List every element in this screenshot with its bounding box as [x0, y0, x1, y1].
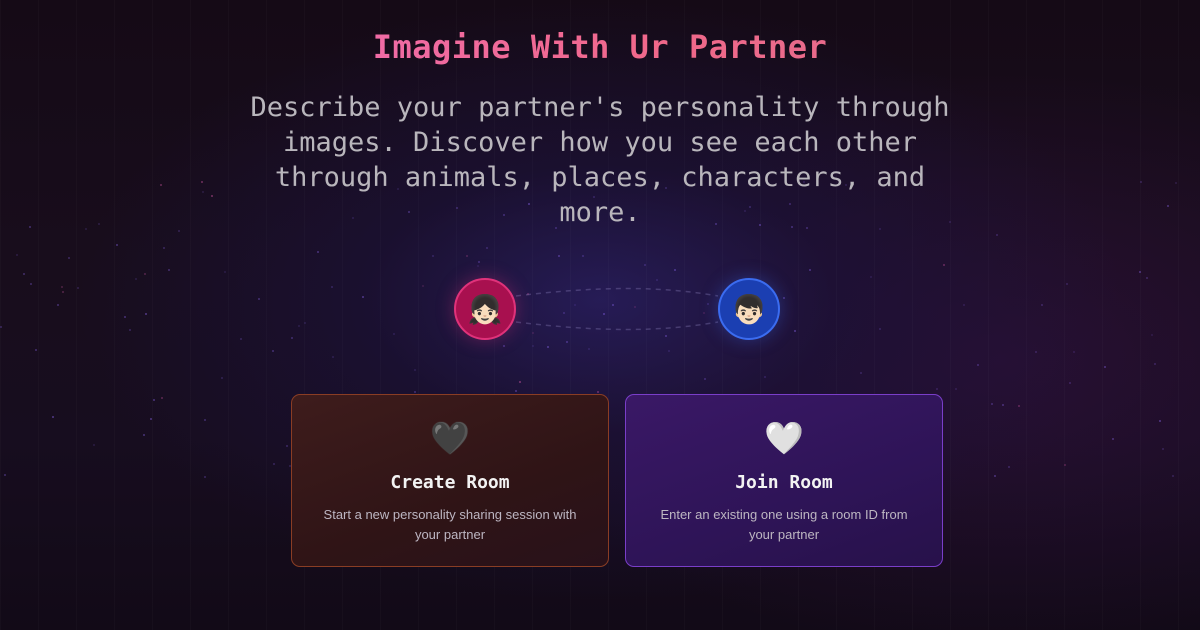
- black-heart-icon: 🖤: [430, 419, 470, 457]
- join-room-description: Enter an existing one using a room ID fr…: [660, 507, 908, 542]
- partner-a-avatar: 👧🏻: [454, 278, 516, 340]
- boy-avatar-icon: 👦🏻: [731, 292, 767, 326]
- girl-avatar-icon: 👧🏻: [467, 292, 503, 326]
- create-room-title: Create Room: [390, 472, 510, 493]
- create-room-card[interactable]: 🖤 Create Room Start a new personality sh…: [291, 394, 609, 567]
- join-room-card[interactable]: 🤍 Join Room Enter an existing one using …: [625, 394, 943, 567]
- join-room-title: Join Room: [735, 472, 833, 493]
- white-heart-icon: 🤍: [764, 419, 804, 457]
- create-room-description: Start a new personality sharing session …: [323, 507, 577, 542]
- partner-b-avatar: 👦🏻: [718, 278, 780, 340]
